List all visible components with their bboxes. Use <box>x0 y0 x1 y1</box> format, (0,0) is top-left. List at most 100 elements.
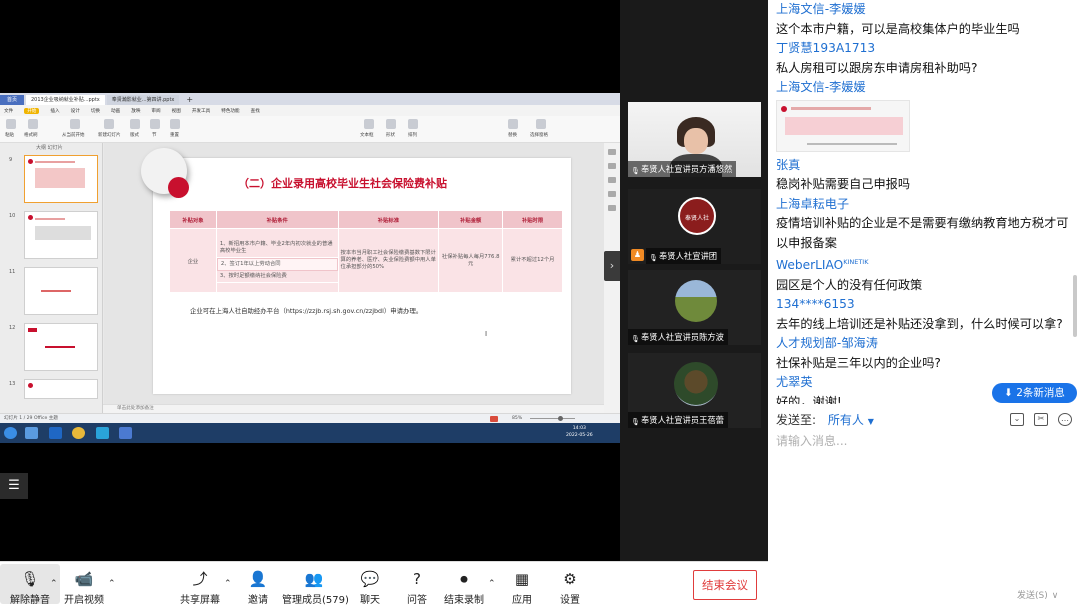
scroll-up-icon[interactable] <box>608 149 616 155</box>
table-cell-period: 累计不超过12个月 <box>502 228 563 293</box>
video-tile[interactable]: 🎙奉贤人社宣讲员方潘悠然 <box>628 102 761 177</box>
microphone-icon: 🎙 <box>649 254 658 262</box>
participants-button[interactable]: 👥 管理成员(579) <box>282 564 349 605</box>
slide-thumbnail[interactable]: 12 <box>9 323 98 371</box>
message-sender[interactable]: 张真 <box>776 156 1080 176</box>
tool-icon[interactable] <box>608 163 616 169</box>
menu-features[interactable]: 特色功能 <box>221 108 239 114</box>
start-icon[interactable] <box>4 427 17 439</box>
red-dot-decoration <box>168 177 189 198</box>
play-from-current-icon[interactable] <box>70 119 80 129</box>
message-image[interactable] <box>776 99 910 152</box>
tool-icon[interactable] <box>608 205 616 211</box>
message-sender[interactable]: 上海卓耘电子 <box>776 195 1080 215</box>
format-painter-icon[interactable] <box>28 119 38 129</box>
tab-home[interactable]: 首页 <box>0 95 24 105</box>
send-button[interactable]: 发送(S) ∨ <box>1013 587 1058 601</box>
menu-transition[interactable]: 切换 <box>91 108 100 114</box>
stop-recording-button[interactable]: ⏺ 结束录制 <box>434 564 494 605</box>
status-bar: 幻灯片 1 / 29 Office 主题 85% <box>0 413 620 423</box>
paste-icon[interactable] <box>6 119 16 129</box>
taskbar-app-icon[interactable] <box>25 427 38 439</box>
table-cell-amount: 社保补贴每人每月776.8元 <box>438 228 504 293</box>
layout-icon[interactable] <box>130 119 140 129</box>
end-meeting-button[interactable]: 结束会议 <box>693 570 757 600</box>
message-input[interactable]: 请输入消息... <box>776 432 1072 582</box>
message-sender[interactable]: 丁贤慧193A1713 <box>776 39 1080 59</box>
replace-icon[interactable] <box>508 119 518 129</box>
tab-document-2[interactable]: 奉贤瀚影就业...第四讲.pptx <box>106 95 180 105</box>
reset-icon[interactable] <box>170 119 180 129</box>
message-sender[interactable]: 人才规划部-邹海涛 <box>776 334 1080 354</box>
zoom-slider[interactable] <box>530 418 575 419</box>
outline-slides-toggle[interactable]: 大纲 幻灯片 <box>0 143 102 153</box>
notes-area[interactable]: 单击此处添加备注 <box>103 404 604 413</box>
message-text: 这个本市户籍，可以是高校集体户的毕业生吗 <box>776 21 1020 36</box>
menu-slideshow[interactable]: 放映 <box>131 108 140 114</box>
selection-pane-icon[interactable] <box>536 119 546 129</box>
shape-icon[interactable] <box>386 119 396 129</box>
zoom-slider-knob[interactable] <box>558 416 563 421</box>
slide-thumbnail[interactable]: 9 <box>9 155 98 203</box>
tab-document-1[interactable]: 2013企业吸纳就业补贴...pptx <box>26 95 105 105</box>
meeting-toolbar: 🎙 解除静音 ⌃ 📹 开启视频 ⌃ ⤴ 共享屏幕 ⌃ 👤 邀请 👥 管理成员(5… <box>0 561 768 605</box>
message-sender[interactable]: WeberLIAOKINETIK <box>776 253 1080 276</box>
message-sender[interactable]: 上海文信-李媛媛 <box>776 78 1080 98</box>
new-messages-button[interactable]: ⬇ 2条新消息 <box>992 383 1077 403</box>
chat-message: WeberLIAOKINETIK 园区是个人的没有任何政策 <box>776 253 1080 295</box>
ribbon-label-reset: 重置 <box>170 133 179 138</box>
tool-icon[interactable] <box>608 191 616 197</box>
taskbar-app-icon[interactable] <box>49 427 62 439</box>
menu-insert[interactable]: 插入 <box>50 108 59 114</box>
recipient-select[interactable]: 所有人 ▼ <box>828 413 874 427</box>
file-icon[interactable]: ⌄ <box>1010 413 1024 426</box>
message-sender[interactable]: 134****6153 <box>776 295 1080 315</box>
menu-view[interactable]: 视图 <box>172 108 181 114</box>
slide-thumbnail[interactable]: 11 <box>9 267 98 315</box>
new-slide-icon[interactable] <box>104 119 114 129</box>
menu-devtools[interactable]: 开发工具 <box>192 108 210 114</box>
text-box-icon[interactable] <box>364 119 374 129</box>
chat-icon: 💬 <box>360 570 380 588</box>
message-text: 园区是个人的没有任何政策 <box>776 277 923 292</box>
menu-review[interactable]: 审阅 <box>151 108 160 114</box>
list-view-icon[interactable]: ☰ <box>0 473 28 499</box>
add-tab-icon[interactable]: + <box>181 95 198 105</box>
more-options-icon[interactable]: … <box>1058 413 1072 426</box>
document-tabs: 首页 2013企业吸纳就业补贴...pptx 奉贤瀚影就业...第四讲.pptx… <box>0 93 620 105</box>
settings-button[interactable]: ⚙ 设置 <box>540 564 600 605</box>
video-tile[interactable]: 奉贤人社 ♟ 🎙奉贤人社宣讲团 <box>628 189 761 264</box>
slide-thumbnail[interactable]: 13 <box>9 379 98 399</box>
menu-find[interactable]: 查找 <box>251 108 260 114</box>
slideshow-icon[interactable] <box>490 416 498 422</box>
message-text: 稳岗补贴需要自己申报吗 <box>776 177 911 191</box>
chrome-icon[interactable] <box>72 427 85 439</box>
taskbar-app-icon[interactable] <box>96 427 109 439</box>
video-tile[interactable]: 🎙奉贤人社宣讲员陈方波 <box>628 270 761 345</box>
menu-design[interactable]: 设计 <box>71 108 80 114</box>
chat-message: 丁贤慧193A1713 私人房租可以跟房东申请房租补助吗? <box>776 39 1080 78</box>
video-tile[interactable]: 🎙奉贤人社宣讲员王蓓蕾 <box>628 353 761 428</box>
message-sender[interactable]: 上海文信-李媛媛 <box>776 0 1080 20</box>
chat-message: 134****6153 去年的线上培训还是补贴还没拿到，什么时候可以拿? <box>776 295 1080 334</box>
slide-thumbnail[interactable]: 10 <box>9 211 98 259</box>
arrange-icon[interactable] <box>408 119 418 129</box>
tool-icon[interactable] <box>608 177 616 183</box>
meeting-window: 首页 2013企业吸纳就业补贴...pptx 奉贤瀚影就业...第四讲.pptx… <box>0 0 1080 605</box>
message-text: 私人房租可以跟房东申请房租补助吗? <box>776 60 978 75</box>
menu-animation[interactable]: 动画 <box>111 108 120 114</box>
invite-button[interactable]: 👤 邀请 <box>228 564 288 605</box>
start-video-button[interactable]: 📹 开启视频 <box>54 564 114 605</box>
chat-scrollbar[interactable] <box>1073 275 1077 337</box>
chat-message-list[interactable]: 上海文信-李媛媛 这个本市户籍，可以是高校集体户的毕业生吗 丁贤慧193A171… <box>768 0 1080 404</box>
chevron-up-icon[interactable]: ⌃ <box>108 579 116 589</box>
collapse-video-panel-button[interactable]: › <box>604 251 620 281</box>
menu-start[interactable]: 开始 <box>24 107 40 114</box>
table-header: 补贴标准 <box>337 210 440 229</box>
condition-item: 3、按时足额缴纳社会保险费 <box>216 271 338 283</box>
section-icon[interactable] <box>150 119 160 129</box>
menu-file[interactable]: 文件 <box>4 108 13 114</box>
share-screen-button[interactable]: ⤴ 共享屏幕 <box>170 564 230 605</box>
taskbar-app-icon[interactable] <box>119 427 132 439</box>
screenshot-icon[interactable]: ✂ <box>1034 413 1048 426</box>
